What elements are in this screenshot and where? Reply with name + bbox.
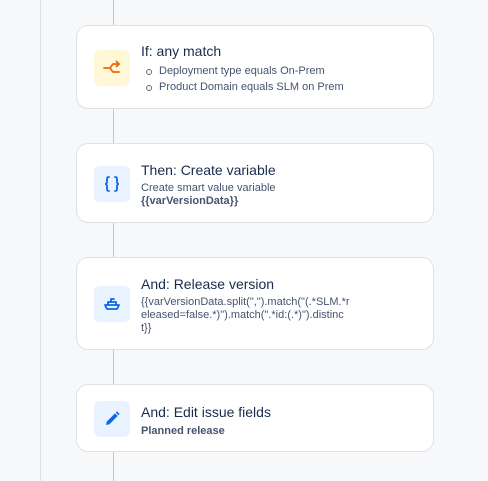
variable-name: {{varVersionData}}	[141, 195, 239, 207]
condition-item: Deployment type equals On-Prem	[145, 63, 344, 79]
left-rail	[40, 0, 41, 481]
condition-item: Product Domain equals SLM on Prem	[145, 79, 344, 95]
rule-step-edit-issue-fields[interactable]: And: Edit issue fields Planned release	[76, 384, 434, 452]
rule-step-release-version[interactable]: And: Release version {{varVersionData.sp…	[76, 257, 434, 350]
step-title: And: Release version	[141, 276, 275, 292]
branch-icon	[94, 50, 130, 86]
step-title: Then: Create variable	[141, 162, 276, 178]
smart-value-expression: {{varVersionData.split(",").match("(.*SL…	[141, 296, 350, 334]
curly-braces-icon	[94, 166, 130, 202]
rule-step-create-variable[interactable]: Then: Create variable Create smart value…	[76, 143, 434, 223]
field-name: Planned release	[141, 425, 225, 437]
rule-step-if[interactable]: If: any match Deployment type equals On-…	[76, 25, 434, 109]
step-title: And: Edit issue fields	[141, 404, 271, 420]
condition-list: Deployment type equals On-Prem Product D…	[145, 63, 344, 95]
step-description: Create smart value variable	[141, 182, 276, 194]
ship-icon	[94, 286, 130, 322]
step-title: If: any match	[141, 43, 222, 59]
pencil-icon	[94, 401, 130, 437]
